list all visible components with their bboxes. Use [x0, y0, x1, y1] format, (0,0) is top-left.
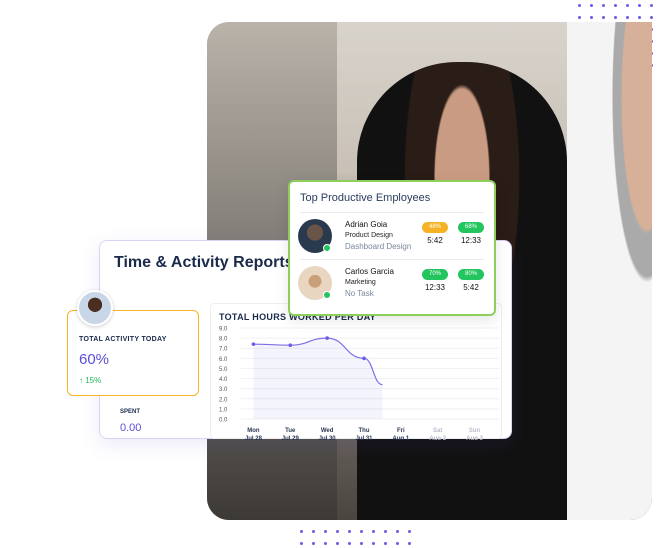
x-tick-label: Mon	[247, 428, 260, 434]
employee-role: Product Design	[345, 232, 393, 239]
y-tick-label: 8.0	[219, 337, 228, 343]
decor-dot	[348, 542, 351, 545]
employee-name: Carlos Garcia	[345, 267, 394, 276]
avatar	[77, 290, 113, 326]
y-tick-label: 4.0	[219, 377, 228, 383]
decor-dot	[324, 530, 327, 533]
decor-dot	[360, 530, 363, 533]
x-tick-label: Thu	[359, 428, 370, 434]
productivity-badge: 68%	[458, 222, 484, 233]
decor-dots-bottom	[300, 530, 411, 545]
employee-name: Adrian Goia	[345, 220, 388, 229]
x-tick-label: Fri	[397, 428, 405, 434]
decor-dot	[602, 4, 605, 7]
x-tick-label: Aug 1	[393, 436, 410, 440]
decor-dot	[614, 16, 617, 19]
decor-dot	[638, 4, 641, 7]
y-tick-label: 3.0	[219, 387, 228, 393]
decor-dot	[300, 542, 303, 545]
hours-chart-panel: TOTAL HOURS WORKED PER DAY 9.0 8.0 7.0 6.0 5…	[210, 303, 502, 440]
divider	[300, 259, 484, 260]
time-value: 5:42	[427, 236, 443, 245]
x-tick-label: Jul 30	[319, 436, 337, 440]
decor-dot	[300, 530, 303, 533]
decor-dot	[372, 542, 375, 545]
spent-value: 0.00	[120, 422, 142, 434]
y-tick-label: 6.0	[219, 357, 228, 363]
decor-dot	[578, 16, 581, 19]
top-employees-card: Top Productive Employees Adrian Goia Pro…	[288, 180, 496, 316]
x-tick-label: Aug 2	[429, 436, 446, 440]
x-tick-label: Aug 3	[466, 436, 483, 440]
hours-chart: 9.0 8.0 7.0 6.0 5.0 4.0 3.0 2.0 1.0 0.0 Mon Jul 28 T…	[219, 327, 499, 440]
decor-dot	[626, 16, 629, 19]
x-tick-label: Jul 31	[355, 436, 373, 440]
y-tick-label: 5.0	[219, 367, 228, 373]
productivity-badge: 70%	[422, 269, 448, 280]
divider	[300, 212, 484, 213]
decor-dot	[408, 530, 411, 533]
data-point	[288, 343, 293, 347]
decor-dot	[408, 542, 411, 545]
activity-label: TOTAL ACTIVITY TODAY	[79, 336, 167, 343]
data-point	[251, 342, 256, 346]
decor-dot	[384, 530, 387, 533]
report-title: Time & Activity Reports	[114, 254, 294, 271]
decor-dot	[602, 16, 605, 19]
decor-dot	[638, 16, 641, 19]
spent-label: SPENT	[120, 409, 141, 415]
time-value: 12:33	[424, 283, 446, 292]
decor-dot	[336, 542, 339, 545]
decor-dot	[372, 530, 375, 533]
employee-role: Marketing	[345, 279, 376, 286]
time-value: 5:42	[463, 283, 479, 292]
area-fill	[253, 338, 383, 419]
employee-task: Dashboard Design	[345, 242, 412, 251]
y-tick-label: 1.0	[219, 407, 228, 413]
y-tick-label: 2.0	[219, 397, 228, 403]
decor-dot	[348, 530, 351, 533]
activity-trend: ↑ 15%	[79, 376, 102, 385]
online-status-icon	[323, 244, 331, 252]
top-employees-title: Top Productive Employees	[300, 192, 431, 204]
decor-dot	[650, 4, 653, 7]
decor-dot	[578, 4, 581, 7]
x-tick-label: Jul 28	[245, 436, 263, 440]
decor-dot	[360, 542, 363, 545]
decor-dot	[626, 4, 629, 7]
y-tick-label: 9.0	[219, 327, 228, 333]
y-tick-label: 0.0	[219, 418, 228, 424]
x-tick-label: Jul 29	[282, 436, 300, 440]
online-status-icon	[323, 291, 331, 299]
decor-dot	[312, 542, 315, 545]
activity-value: 60%	[79, 351, 110, 368]
x-tick-label: Sat	[433, 428, 442, 434]
employee-row[interactable]: Adrian Goia Product Design Dashboard Des…	[298, 219, 488, 259]
x-tick-label: Sun	[469, 428, 481, 434]
decor-dot	[590, 16, 593, 19]
decor-dot	[590, 4, 593, 7]
data-point	[325, 336, 329, 340]
data-point	[362, 356, 366, 361]
productivity-badge: 48%	[422, 222, 448, 233]
decor-dot	[650, 16, 653, 19]
employee-row[interactable]: Carlos Garcia Marketing No Task 70% 12:33…	[298, 266, 488, 306]
time-value: 12:33	[460, 236, 482, 245]
decor-dot	[312, 530, 315, 533]
decor-dot	[336, 530, 339, 533]
productivity-badge: 80%	[458, 269, 484, 280]
decor-dot	[396, 542, 399, 545]
spent-card: SPENT 0.00	[110, 400, 205, 438]
decor-dot	[396, 530, 399, 533]
employee-task: No Task	[345, 289, 374, 298]
y-tick-label: 7.0	[219, 347, 228, 353]
x-tick-label: Wed	[321, 428, 334, 434]
decor-dot	[384, 542, 387, 545]
decor-dot	[324, 542, 327, 545]
x-tick-label: Tue	[285, 428, 296, 434]
decor-dot	[614, 4, 617, 7]
